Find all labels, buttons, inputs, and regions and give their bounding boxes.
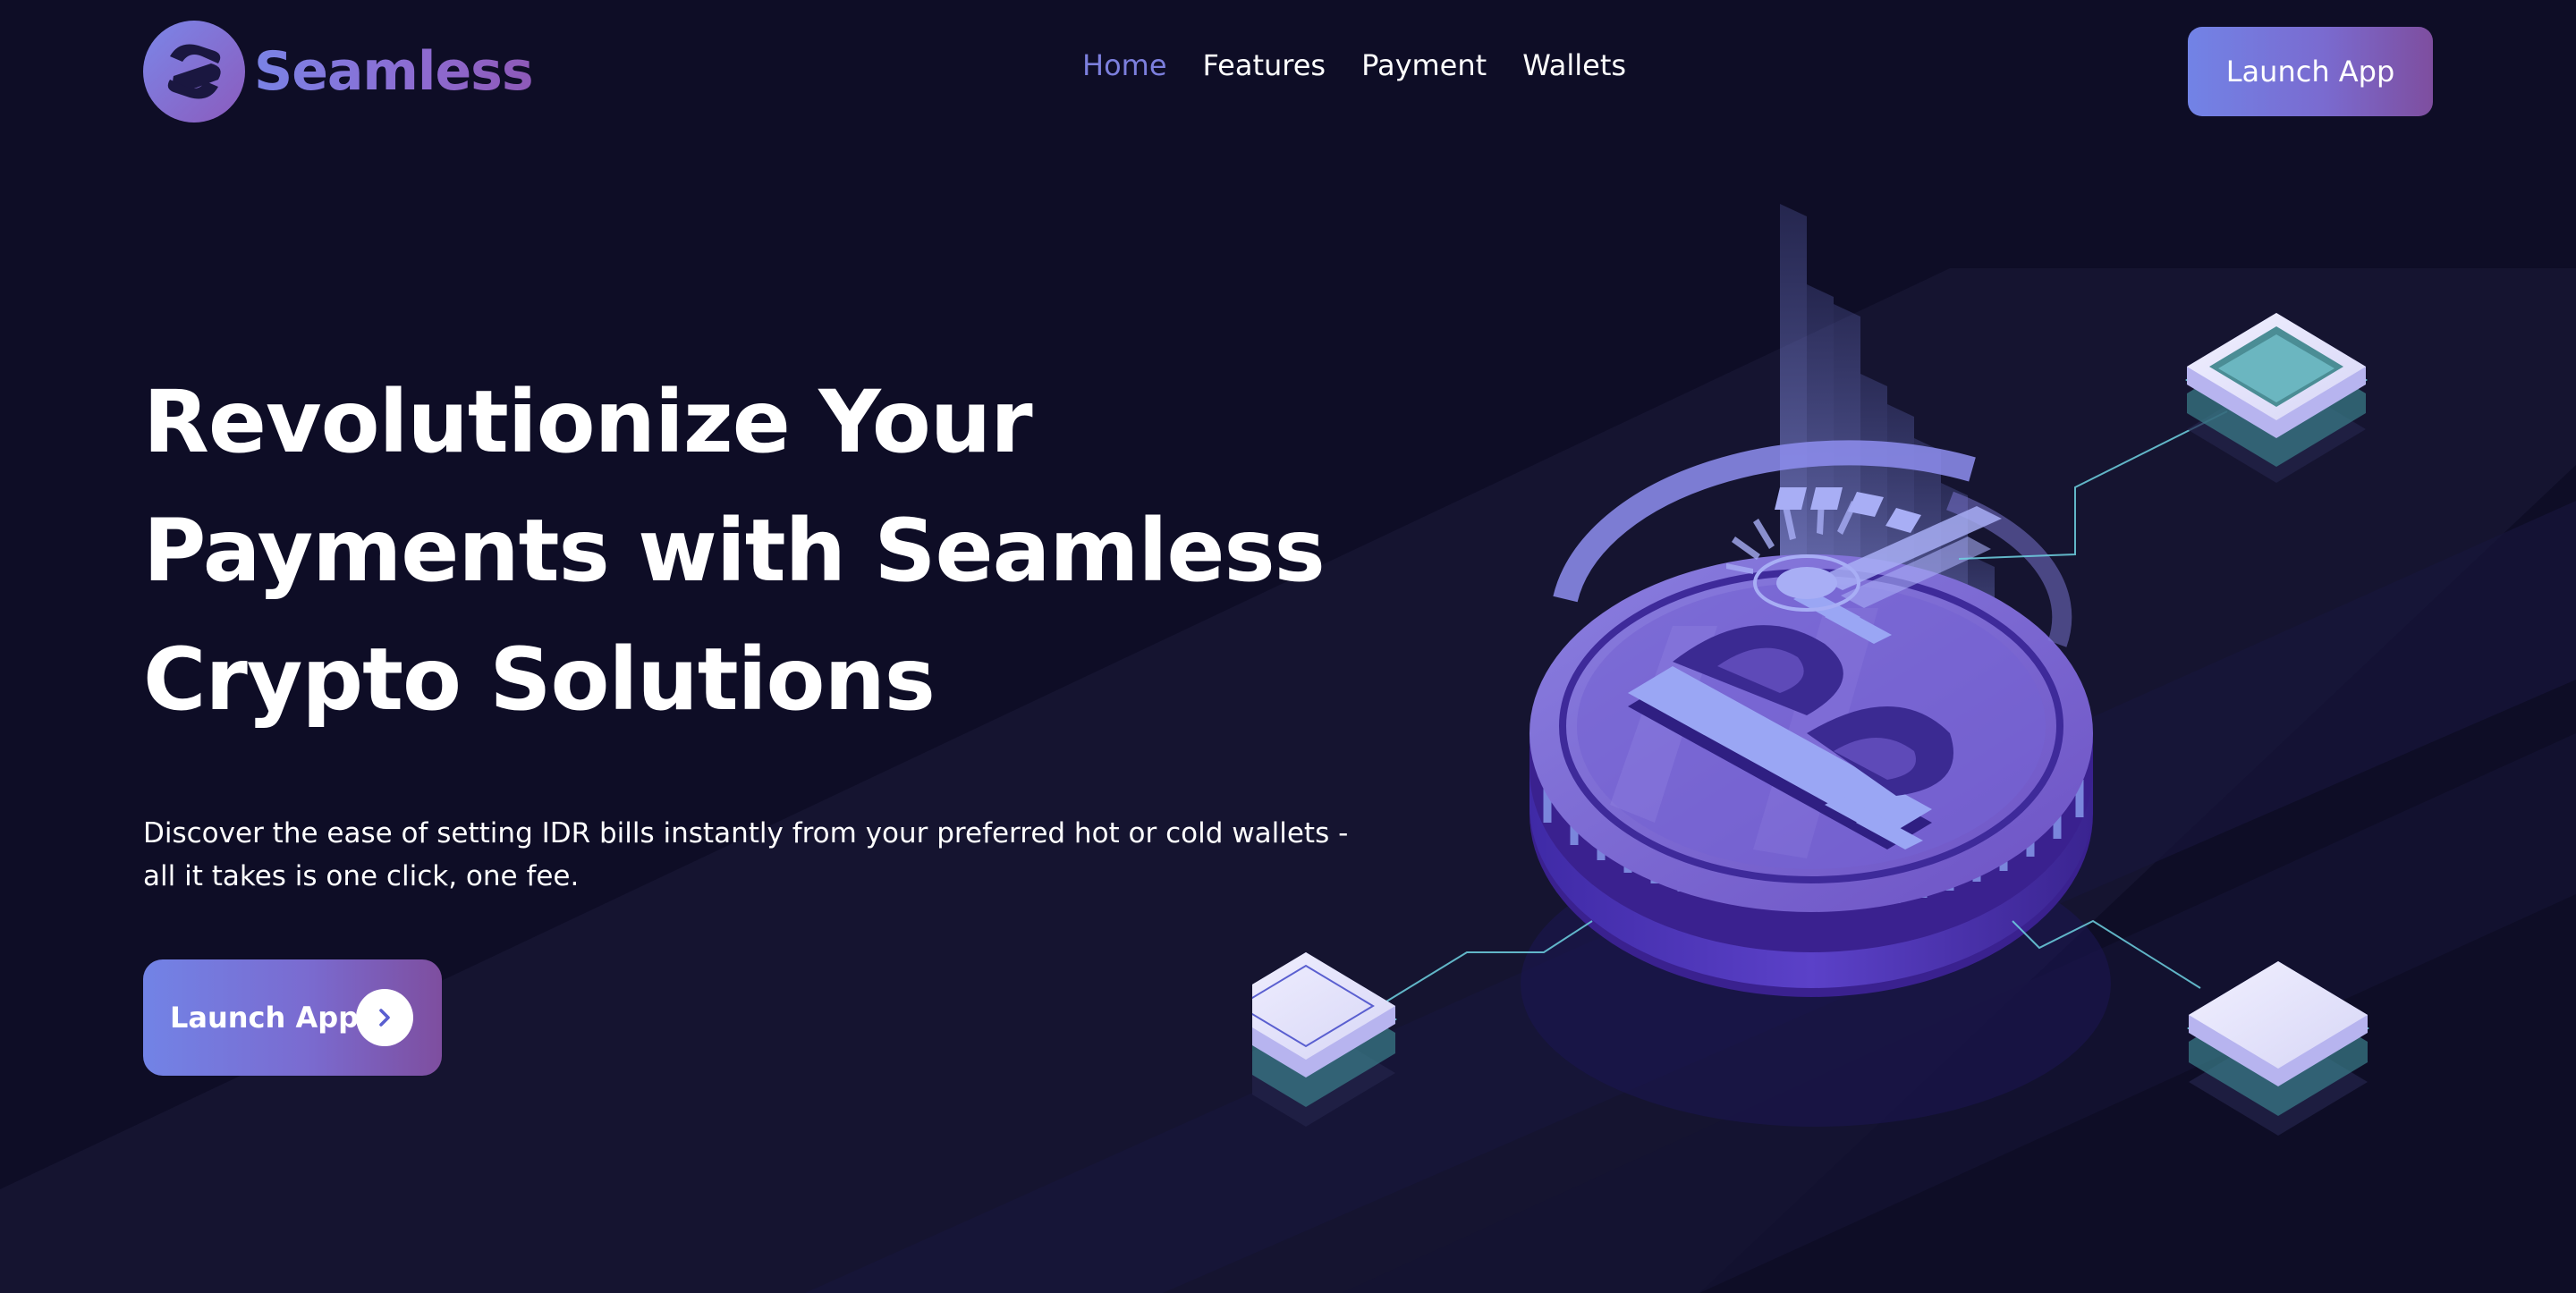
hero-launch-app-label: Launch App: [170, 1001, 360, 1035]
brand-logo[interactable]: Seamless: [143, 20, 534, 123]
nav-link-wallets[interactable]: Wallets: [1522, 48, 1626, 82]
wallet-tile-icon: [2185, 313, 2368, 483]
isometric-bitcoin-coin-illustration: [1252, 204, 2369, 1136]
hero-title-line-2: Payments with Seamless: [143, 501, 1326, 601]
hero-title: Revolutionize Your Payments with Seamles…: [143, 358, 1351, 744]
nav-links: Home Features Payment Wallets: [1082, 48, 1626, 82]
top-navigation: Seamless Home Features Payment Wallets L…: [0, 0, 2576, 143]
landing-page: Seamless Home Features Payment Wallets L…: [0, 0, 2576, 1293]
s-swirl-logo-icon: [143, 21, 245, 123]
hero-description-line-1: Discover the ease of setting IDR bills i…: [143, 817, 1349, 849]
wallet-tile-icon: [2187, 961, 2369, 1136]
nav-link-home[interactable]: Home: [1082, 48, 1167, 82]
hero-launch-app-button[interactable]: Launch App: [143, 959, 442, 1076]
hero-description-line-2: all it takes is one click, one fee.: [143, 860, 580, 892]
brand-name: Seamless: [254, 40, 534, 103]
hero-title-line-3: Crypto Solutions: [143, 630, 936, 730]
wallet-tile-icon: [1252, 952, 1397, 1127]
nav-launch-app-button[interactable]: Launch App: [2188, 27, 2433, 116]
hero-description: Discover the ease of setting IDR bills i…: [143, 812, 1349, 898]
chevron-right-icon: [356, 989, 413, 1046]
hero-title-line-1: Revolutionize Your: [143, 372, 1033, 472]
nav-link-features[interactable]: Features: [1203, 48, 1326, 82]
nav-link-payment[interactable]: Payment: [1361, 48, 1487, 82]
